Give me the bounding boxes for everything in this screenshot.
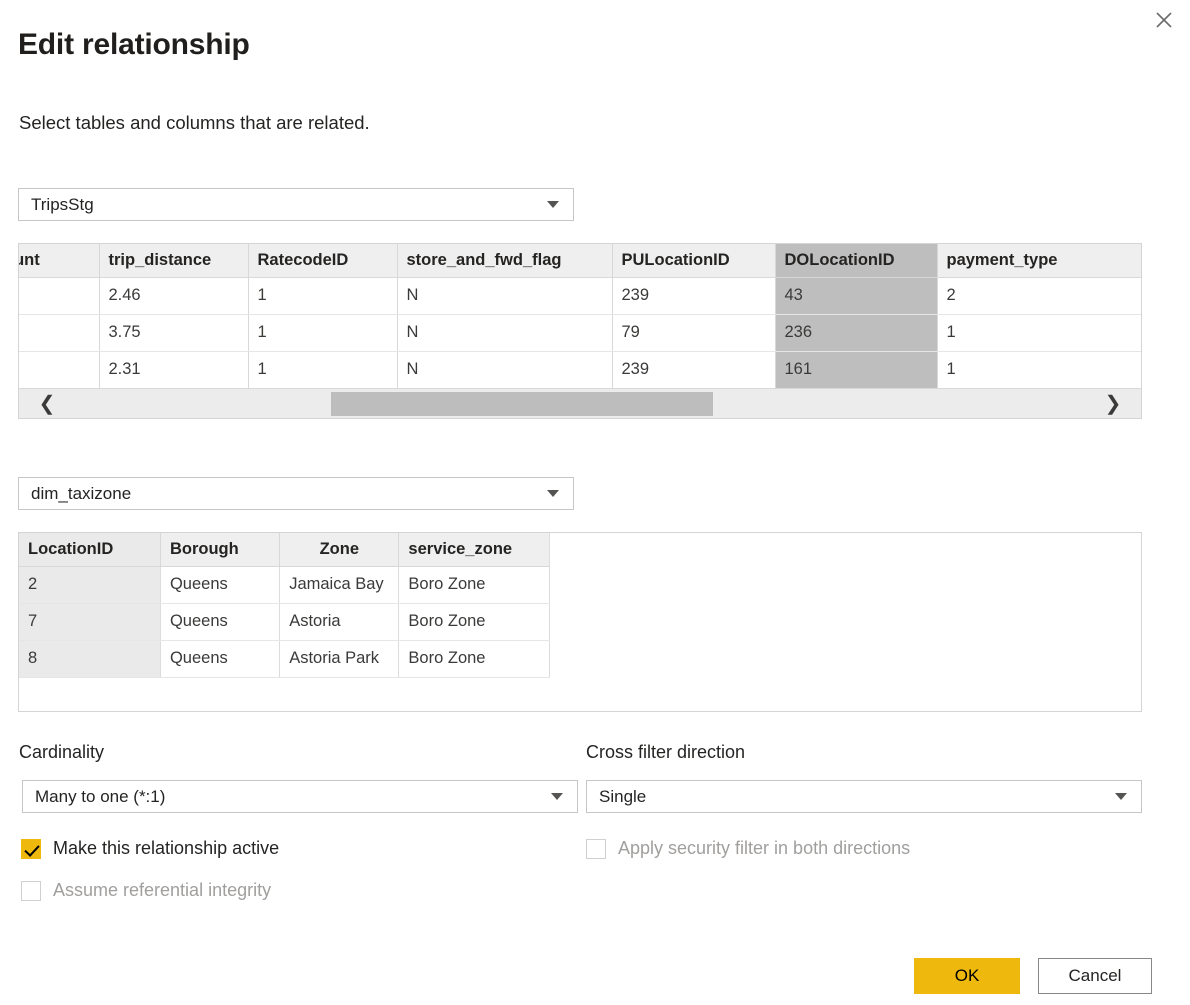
scroll-right-button[interactable]: ❯ [1085, 389, 1141, 419]
cell: Jamaica Bay [279, 566, 400, 604]
cell: 239 [612, 277, 776, 315]
edit-relationship-dialog: Edit relationship Select tables and colu… [0, 0, 1190, 1005]
cell: Boro Zone [398, 640, 550, 678]
cancel-button[interactable]: Cancel [1038, 958, 1152, 994]
source-grid-header-row: ger_count trip_distance RatecodeID store… [19, 244, 1141, 278]
apply-security-filter-label: Apply security filter in both directions [618, 838, 911, 858]
cross-filter-direction-label: Cross filter direction [586, 742, 746, 762]
cell: 7 [19, 603, 161, 641]
related-table-dropdown[interactable]: dim_taxizone [18, 477, 574, 510]
table-row: 2.31 1 N 239 161 1 [19, 351, 1141, 388]
chevron-down-icon [547, 490, 559, 497]
source-column-header-trip-distance[interactable]: trip_distance [99, 244, 249, 278]
table-row: 3.75 1 N 79 236 1 [19, 314, 1141, 352]
cell: Astoria Park [279, 640, 400, 678]
page-title: Edit relationship [18, 28, 250, 61]
source-grid-viewport: ger_count trip_distance RatecodeID store… [19, 244, 1141, 388]
checkmark-icon [21, 838, 41, 859]
cross-filter-direction-dropdown[interactable]: Single [586, 780, 1142, 813]
cell: 1 [937, 314, 1141, 352]
scrollbar-thumb[interactable] [331, 391, 713, 416]
related-table-value: dim_taxizone [31, 483, 132, 503]
related-grid: LocationID Borough Zone service_zone 2 Q… [19, 533, 550, 678]
cell [19, 351, 100, 388]
table-row: 8 Queens Astoria Park Boro Zone [19, 640, 550, 678]
cell: Queens [160, 603, 281, 641]
related-column-header-zone[interactable]: Zone [279, 533, 400, 567]
cross-filter-direction-value: Single [599, 786, 647, 806]
source-table-dropdown[interactable]: TripsStg [18, 188, 574, 221]
table-row: 7 Queens Astoria Boro Zone [19, 603, 550, 641]
ok-button[interactable]: OK [914, 958, 1020, 994]
cell: 79 [612, 314, 776, 352]
source-column-header-passenger-count[interactable]: ger_count [19, 244, 100, 278]
cardinality-label: Cardinality [19, 742, 105, 762]
scrollbar-track[interactable] [75, 389, 1085, 419]
source-column-header-store-and-fwd-flag[interactable]: store_and_fwd_flag [397, 244, 613, 278]
cell: 2.46 [99, 277, 249, 315]
source-table-value: TripsStg [31, 194, 94, 214]
source-column-header-ratecodeid[interactable]: RatecodeID [248, 244, 398, 278]
cell: 1 [248, 351, 398, 388]
related-column-header-borough[interactable]: Borough [160, 533, 281, 567]
cell: N [397, 277, 613, 315]
source-grid: ger_count trip_distance RatecodeID store… [19, 244, 1141, 388]
cell: Boro Zone [398, 566, 550, 604]
cell: 2.31 [99, 351, 249, 388]
source-column-header-dolocationid[interactable]: DOLocationID [775, 244, 938, 278]
cardinality-dropdown[interactable]: Many to one (*:1) [22, 780, 578, 813]
cell: 2 [19, 566, 161, 604]
cell: 3.75 [99, 314, 249, 352]
related-table-preview: LocationID Borough Zone service_zone 2 Q… [18, 532, 1142, 712]
scroll-left-button[interactable]: ❮ [19, 389, 75, 419]
cell: 8 [19, 640, 161, 678]
table-row: 2.46 1 N 239 43 2 [19, 277, 1141, 315]
cell: 236 [775, 314, 938, 352]
make-relationship-active-checkbox[interactable]: Make this relationship active [21, 838, 279, 859]
cell [19, 277, 100, 315]
cell: Astoria [279, 603, 400, 641]
source-grid-horizontal-scrollbar[interactable]: ❮ ❯ [19, 388, 1141, 418]
chevron-down-icon [547, 201, 559, 208]
cell: N [397, 351, 613, 388]
cell: N [397, 314, 613, 352]
cell: 1 [937, 351, 1141, 388]
cell: 1 [248, 314, 398, 352]
chevron-left-icon: ❮ [38, 392, 56, 415]
cell: Queens [160, 640, 281, 678]
source-column-header-pulocationid[interactable]: PULocationID [612, 244, 776, 278]
checkbox-icon [586, 838, 606, 859]
checkbox-icon [21, 880, 41, 901]
related-column-header-service-zone[interactable]: service_zone [398, 533, 550, 567]
cell: 43 [775, 277, 938, 315]
chevron-down-icon [1115, 793, 1127, 800]
source-column-header-payment-type[interactable]: payment_type [937, 244, 1141, 278]
cell: Queens [160, 566, 281, 604]
make-relationship-active-label: Make this relationship active [53, 838, 280, 858]
cell: Boro Zone [398, 603, 550, 641]
cell: 239 [612, 351, 776, 388]
assume-referential-integrity-label: Assume referential integrity [53, 880, 272, 900]
related-grid-header-row: LocationID Borough Zone service_zone [19, 533, 550, 567]
apply-security-filter-checkbox: Apply security filter in both directions [586, 838, 910, 859]
page-subtitle: Select tables and columns that are relat… [19, 112, 370, 133]
cell: 161 [775, 351, 938, 388]
source-table-preview: ger_count trip_distance RatecodeID store… [18, 243, 1142, 419]
assume-referential-integrity-checkbox: Assume referential integrity [21, 880, 271, 901]
cell: 1 [248, 277, 398, 315]
cell: 2 [937, 277, 1141, 315]
chevron-down-icon [551, 793, 563, 800]
chevron-right-icon: ❯ [1104, 392, 1122, 415]
related-column-header-locationid[interactable]: LocationID [19, 533, 161, 567]
cell [19, 314, 100, 352]
table-row: 2 Queens Jamaica Bay Boro Zone [19, 566, 550, 604]
cardinality-value: Many to one (*:1) [35, 786, 166, 806]
close-button[interactable] [1144, 2, 1184, 38]
close-icon [1154, 10, 1174, 30]
